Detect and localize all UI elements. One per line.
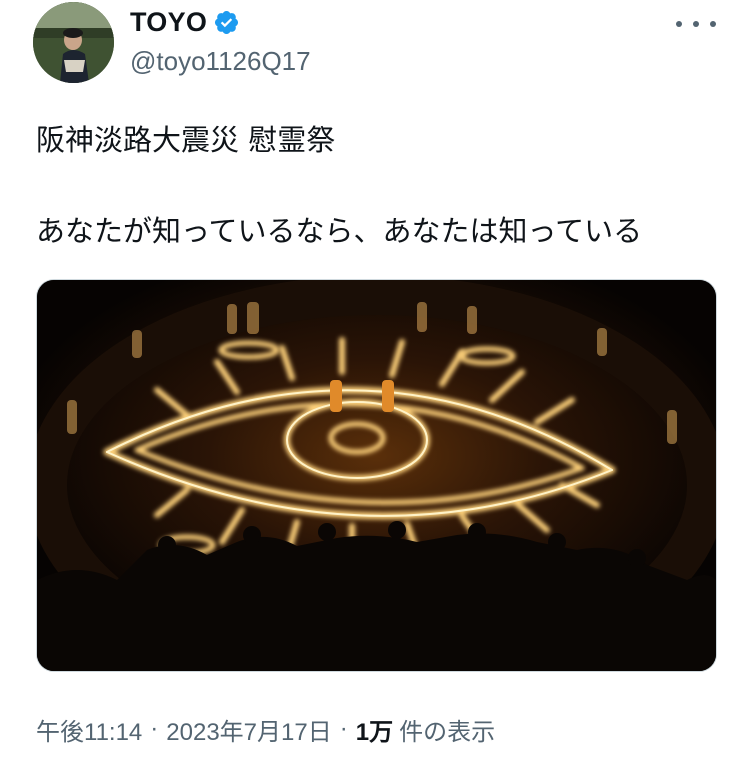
author-handle[interactable]: @toyo1126Q17 [130,46,311,77]
avatar[interactable] [33,2,114,83]
tweet-meta: 午後11:14 · 2023年7月17日 · 1万 件の表示 [36,712,495,746]
tweet-time[interactable]: 午後11:14 [36,712,142,747]
dot [710,21,716,27]
meta-separator: · [339,715,348,742]
display-name[interactable]: TOYO [130,7,207,38]
verified-badge-icon[interactable] [213,9,240,36]
candle-eye-photo-icon [37,280,716,671]
more-options-icon[interactable] [676,12,716,36]
meta-separator: · [150,715,159,742]
author-name-row[interactable]: TOYO [130,4,240,40]
tweet-date[interactable]: 2023年7月17日 [166,712,331,747]
dot [676,21,682,27]
tweet-text-line-1: 阪神淡路大震災 慰霊祭 [36,123,336,157]
tweet-media[interactable] [36,279,717,672]
views-count[interactable]: 1万 [356,712,393,747]
tweet-text-line-2: あなたが知っているなら、あなたは知っている [36,214,643,248]
dot [693,21,699,27]
views-label[interactable]: 件の表示 [399,712,495,747]
profile-photo-icon [33,2,114,83]
